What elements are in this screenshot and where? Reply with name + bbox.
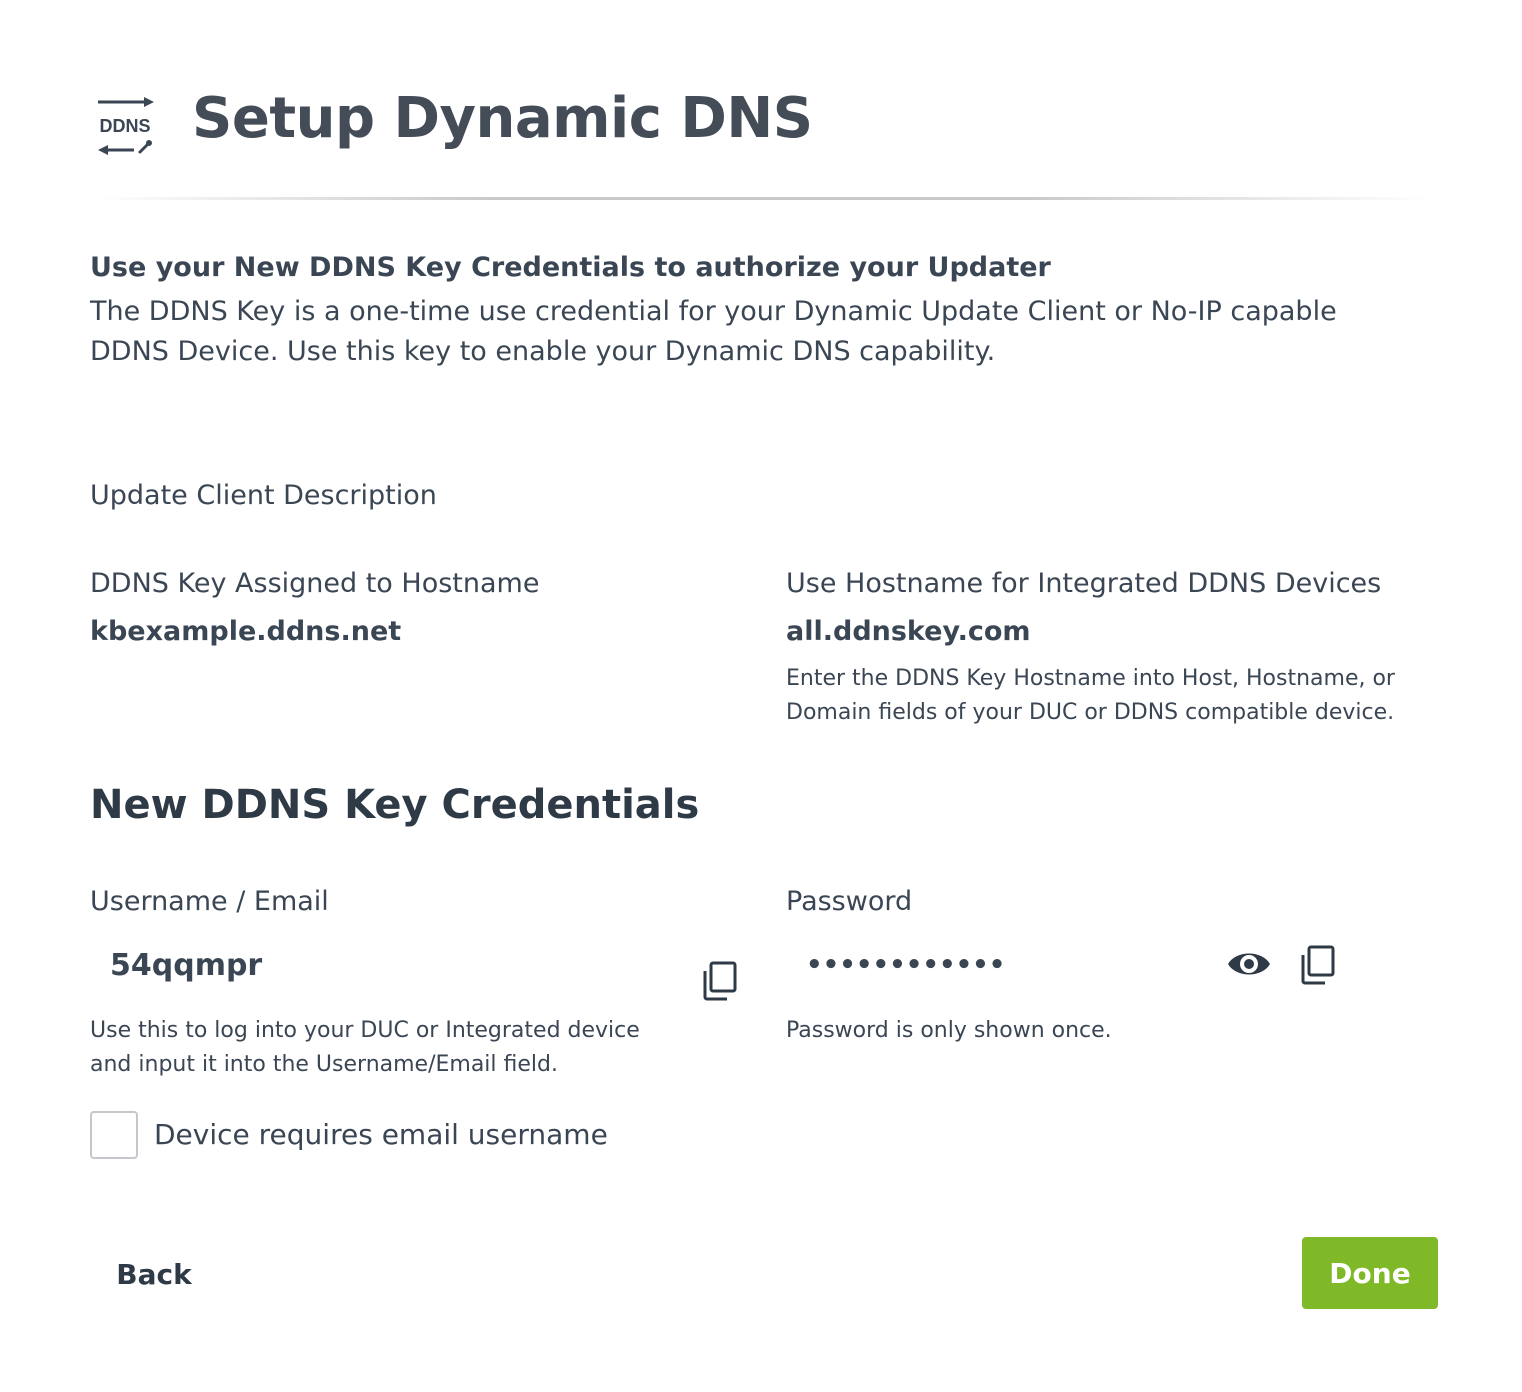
hostname-label: DDNS Key Assigned to Hostname xyxy=(90,568,540,599)
email-username-checkbox-label[interactable]: Device requires email username xyxy=(154,1118,608,1151)
copy-icon xyxy=(703,961,737,1001)
svg-text:DDNS: DDNS xyxy=(99,116,150,136)
intro-heading: Use your New DDNS Key Credentials to aut… xyxy=(90,252,1051,283)
username-value: 54qqmpr xyxy=(110,948,263,983)
password-value: •••••••••••• xyxy=(806,950,1006,980)
integrated-hostname-value: all.ddnskey.com xyxy=(786,616,1031,647)
integrated-hostname-label: Use Hostname for Integrated DDNS Devices xyxy=(786,568,1382,599)
copy-password-button[interactable] xyxy=(1298,944,1338,986)
password-help: Password is only shown once. xyxy=(786,1018,1112,1043)
username-label: Username / Email xyxy=(90,886,329,917)
username-help: Use this to log into your DUC or Integra… xyxy=(90,1018,640,1077)
ddns-icon: DDNS xyxy=(98,97,154,155)
copy-username-button[interactable] xyxy=(700,960,740,1002)
intro-text: The DDNS Key is a one-time use credentia… xyxy=(90,296,1337,367)
header-divider xyxy=(92,197,1432,200)
update-client-description-label: Update Client Description xyxy=(90,480,437,511)
page-title: Setup Dynamic DNS xyxy=(192,86,813,151)
show-password-button[interactable] xyxy=(1226,944,1272,984)
hostname-value: kbexample.ddns.net xyxy=(90,616,402,647)
eye-icon xyxy=(1228,953,1270,975)
email-username-checkbox[interactable] xyxy=(90,1111,138,1159)
integrated-hostname-help: Enter the DDNS Key Hostname into Host, H… xyxy=(786,666,1395,725)
done-button[interactable]: Done xyxy=(1302,1237,1438,1309)
password-label: Password xyxy=(786,886,913,917)
copy-icon xyxy=(1301,945,1335,985)
credentials-heading: New DDNS Key Credentials xyxy=(90,782,700,828)
header: DDNS xyxy=(92,92,158,156)
setup-ddns-page: DDNS Setup Dynamic DNS Use your New DDNS… xyxy=(0,0,1522,1392)
back-button[interactable]: Back xyxy=(92,1238,216,1310)
